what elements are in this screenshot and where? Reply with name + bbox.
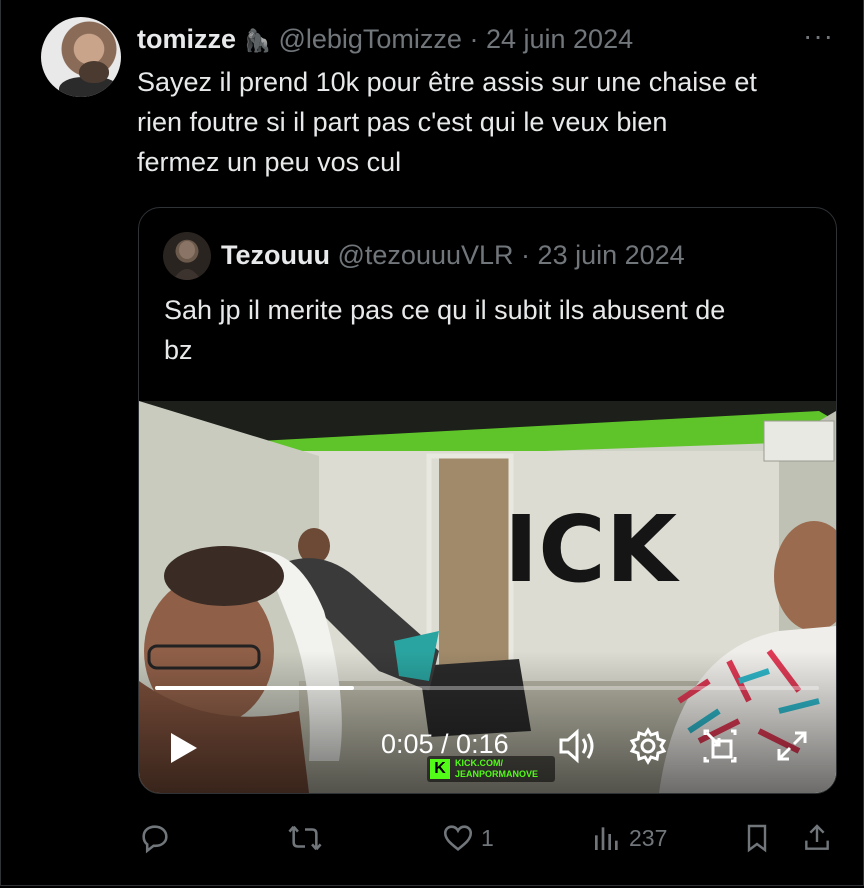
tweet-text-line: fermez un peu vos cul [137, 147, 402, 177]
quote-text-line: Sah jp il merite pas ce qu il subit ils … [164, 295, 726, 325]
retweet-icon [288, 825, 322, 851]
quote-handle[interactable]: @tezouuuVLR [338, 240, 514, 270]
quote-separator: · [521, 240, 531, 270]
more-options-icon[interactable]: ··· [803, 20, 834, 52]
kick-watermark: K KICK.COM/ JEANPORMANOVE [427, 756, 555, 782]
quoted-tweet[interactable]: Tezouuu @tezouuuVLR · 23 juin 2024 Sah j… [138, 207, 837, 794]
play-icon[interactable] [169, 731, 199, 770]
tweet-text-line: rien foutre si il part pas c'est qui le … [137, 107, 668, 137]
quote-header: Tezouuu @tezouuuVLR · 23 juin 2024 [221, 238, 685, 272]
tweet-date[interactable]: 24 juin 2024 [486, 24, 633, 54]
video-progress-bar[interactable] [155, 686, 819, 690]
reply-icon [142, 825, 168, 854]
video-progress-fill [155, 686, 355, 690]
handle[interactable]: @lebigTomizze [278, 24, 461, 54]
views-icon [595, 827, 618, 850]
tweet-text: Sayez il prend 10k pour être assis sur u… [137, 62, 847, 182]
tweet-header: tomizze 🦍 @lebigTomizze · 24 juin 2024 [137, 22, 633, 58]
like-button[interactable]: 1 [441, 815, 494, 861]
retweet-button[interactable] [286, 815, 330, 861]
settings-icon[interactable] [629, 727, 667, 770]
separator: · [469, 24, 479, 54]
avatar[interactable] [41, 17, 121, 97]
tweet-container[interactable]: tomizze 🦍 @lebigTomizze · 24 juin 2024 ·… [0, 0, 864, 886]
share-button[interactable] [801, 815, 833, 861]
quote-display-name[interactable]: Tezouuu [221, 240, 330, 270]
bookmark-button[interactable] [741, 815, 773, 861]
display-name[interactable]: tomizze [137, 24, 236, 54]
wall-text: ICK [504, 496, 681, 603]
share-icon [805, 824, 829, 850]
action-bar: 1 237 [1, 815, 864, 865]
video-player[interactable]: ICK 0:05 / 0:16 K KICK.COM/ JEANPORMANOV… [139, 401, 836, 793]
quote-text-line: bz [164, 335, 193, 365]
quote-text: Sah jp il merite pas ce qu il subit ils … [164, 290, 824, 370]
gorilla-emoji-icon: 🦍 [243, 28, 271, 53]
quote-date[interactable]: 23 juin 2024 [538, 240, 685, 270]
reply-button[interactable] [138, 815, 178, 861]
kick-watermark-line2: JEANPORMANOVE [455, 769, 539, 779]
kick-watermark-line1: KICK.COM/ [455, 758, 503, 768]
kick-watermark-text: KICK.COM/ JEANPORMANOVE [455, 758, 538, 780]
picture-in-picture-icon[interactable] [701, 727, 739, 770]
like-icon [443, 825, 473, 851]
like-count: 1 [481, 824, 494, 851]
bookmark-icon [747, 824, 767, 853]
avatar-face [79, 61, 109, 83]
quote-avatar[interactable] [163, 232, 211, 280]
views-count: 237 [629, 824, 668, 851]
kick-logo-icon: K [430, 759, 450, 779]
views-button[interactable]: 237 [591, 815, 667, 861]
fullscreen-icon[interactable] [775, 729, 809, 768]
quote-avatar-figure [173, 241, 201, 280]
tweet-text-line: Sayez il prend 10k pour être assis sur u… [137, 67, 757, 97]
volume-icon[interactable] [557, 727, 597, 770]
